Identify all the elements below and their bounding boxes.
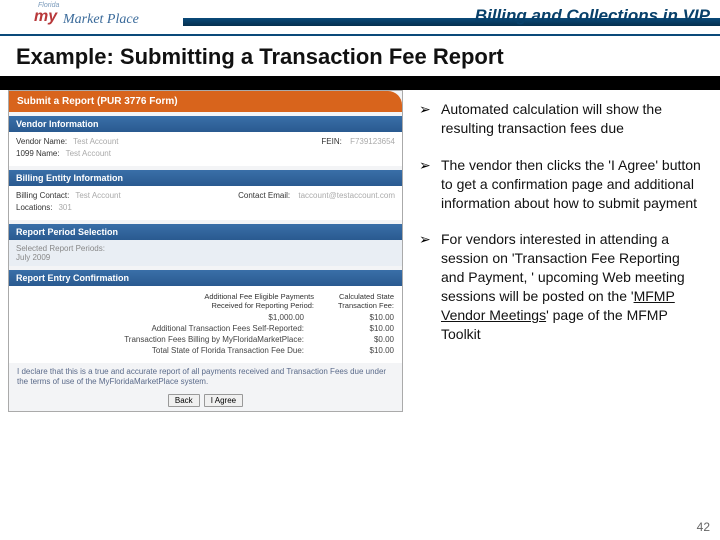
logo: Florida my Market Place (8, 2, 183, 32)
conf-section-bar: Report Entry Confirmation (9, 270, 402, 286)
fein-value: F739123654 (350, 137, 395, 146)
ten99-label: 1099 Name: (16, 149, 60, 158)
form-screenshot: Submit a Report (PUR 3776 Form) Vendor I… (8, 90, 403, 412)
period-value: July 2009 (16, 253, 395, 262)
bullet-item: ➢ Automated calculation will show the re… (419, 100, 706, 138)
bullet-item: ➢ For vendors interested in attending a … (419, 230, 706, 343)
contact-email-value: taccount@testaccount.com (298, 191, 395, 200)
vendor-section-bar: Vendor Information (9, 116, 402, 132)
conf-header-2: Calculated State Transaction Fee: (324, 292, 394, 310)
billing-section-body: Billing Contact: Test Account Contact Ema… (9, 186, 402, 220)
form-header: Submit a Report (PUR 3776 Form) (9, 91, 402, 112)
period-section-body: Selected Report Periods: July 2009 (9, 240, 402, 266)
billing-contact-label: Billing Contact: (16, 191, 69, 200)
page-number: 42 (697, 520, 710, 534)
conf-row1-val2: $10.00 (334, 313, 394, 322)
header-title: Billing and Collections in VIP (475, 6, 710, 26)
locations-label: Locations: (16, 203, 52, 212)
conf-row3-val: $0.00 (334, 335, 394, 344)
mfmp-vendor-meetings-link[interactable]: MFMP Vendor Meetings (441, 288, 675, 323)
bullet-text-1: Automated calculation will show the resu… (441, 100, 706, 138)
billing-section-bar: Billing Entity Information (9, 170, 402, 186)
arrow-icon: ➢ (419, 230, 441, 343)
vendor-name-value: Test Account (73, 137, 118, 146)
bullet-text-2: The vendor then clicks the 'I Agree' but… (441, 156, 706, 213)
i-agree-button[interactable]: I Agree (204, 394, 243, 407)
back-button[interactable]: Back (168, 394, 200, 407)
conf-section-body: Additional Fee Eligible Payments Receive… (9, 286, 402, 363)
conf-row2-val: $10.00 (334, 324, 394, 333)
bullet-text-3: For vendors interested in attending a se… (441, 230, 706, 343)
fein-label: FEIN: (321, 137, 341, 146)
billing-contact-value: Test Account (75, 191, 120, 200)
conf-header-1: Additional Fee Eligible Payments Receive… (17, 292, 314, 310)
logo-marketplace: Market Place (63, 12, 139, 28)
bullet-list: ➢ Automated calculation will show the re… (403, 90, 720, 412)
vendor-name-label: Vendor Name: (16, 137, 67, 146)
bullet-item: ➢ The vendor then clicks the 'I Agree' b… (419, 156, 706, 213)
contact-email-label: Contact Email: (238, 191, 290, 200)
ten99-value: Test Account (66, 149, 111, 158)
logo-state: Florida (38, 2, 183, 9)
conf-row4-val: $10.00 (334, 346, 394, 355)
conf-row1-val1: $1,000.00 (17, 313, 304, 322)
logo-my: my (34, 8, 57, 26)
conf-row3-label: Transaction Fees Billing by MyFloridaMar… (17, 335, 304, 344)
page-title: Example: Submitting a Transaction Fee Re… (0, 36, 720, 76)
period-section-bar: Report Period Selection (9, 224, 402, 240)
arrow-icon: ➢ (419, 156, 441, 213)
vendor-section-body: Vendor Name: Test Account FEIN: F73912365… (9, 132, 402, 166)
declare-text: I declare that this is a true and accura… (9, 363, 402, 394)
locations-value: 301 (58, 203, 71, 212)
arrow-icon: ➢ (419, 100, 441, 138)
title-band (0, 76, 720, 90)
conf-row4-label: Total State of Florida Transaction Fee D… (17, 346, 304, 355)
period-label: Selected Report Periods: (16, 244, 395, 253)
conf-row2-label: Additional Transaction Fees Self-Reporte… (17, 324, 304, 333)
